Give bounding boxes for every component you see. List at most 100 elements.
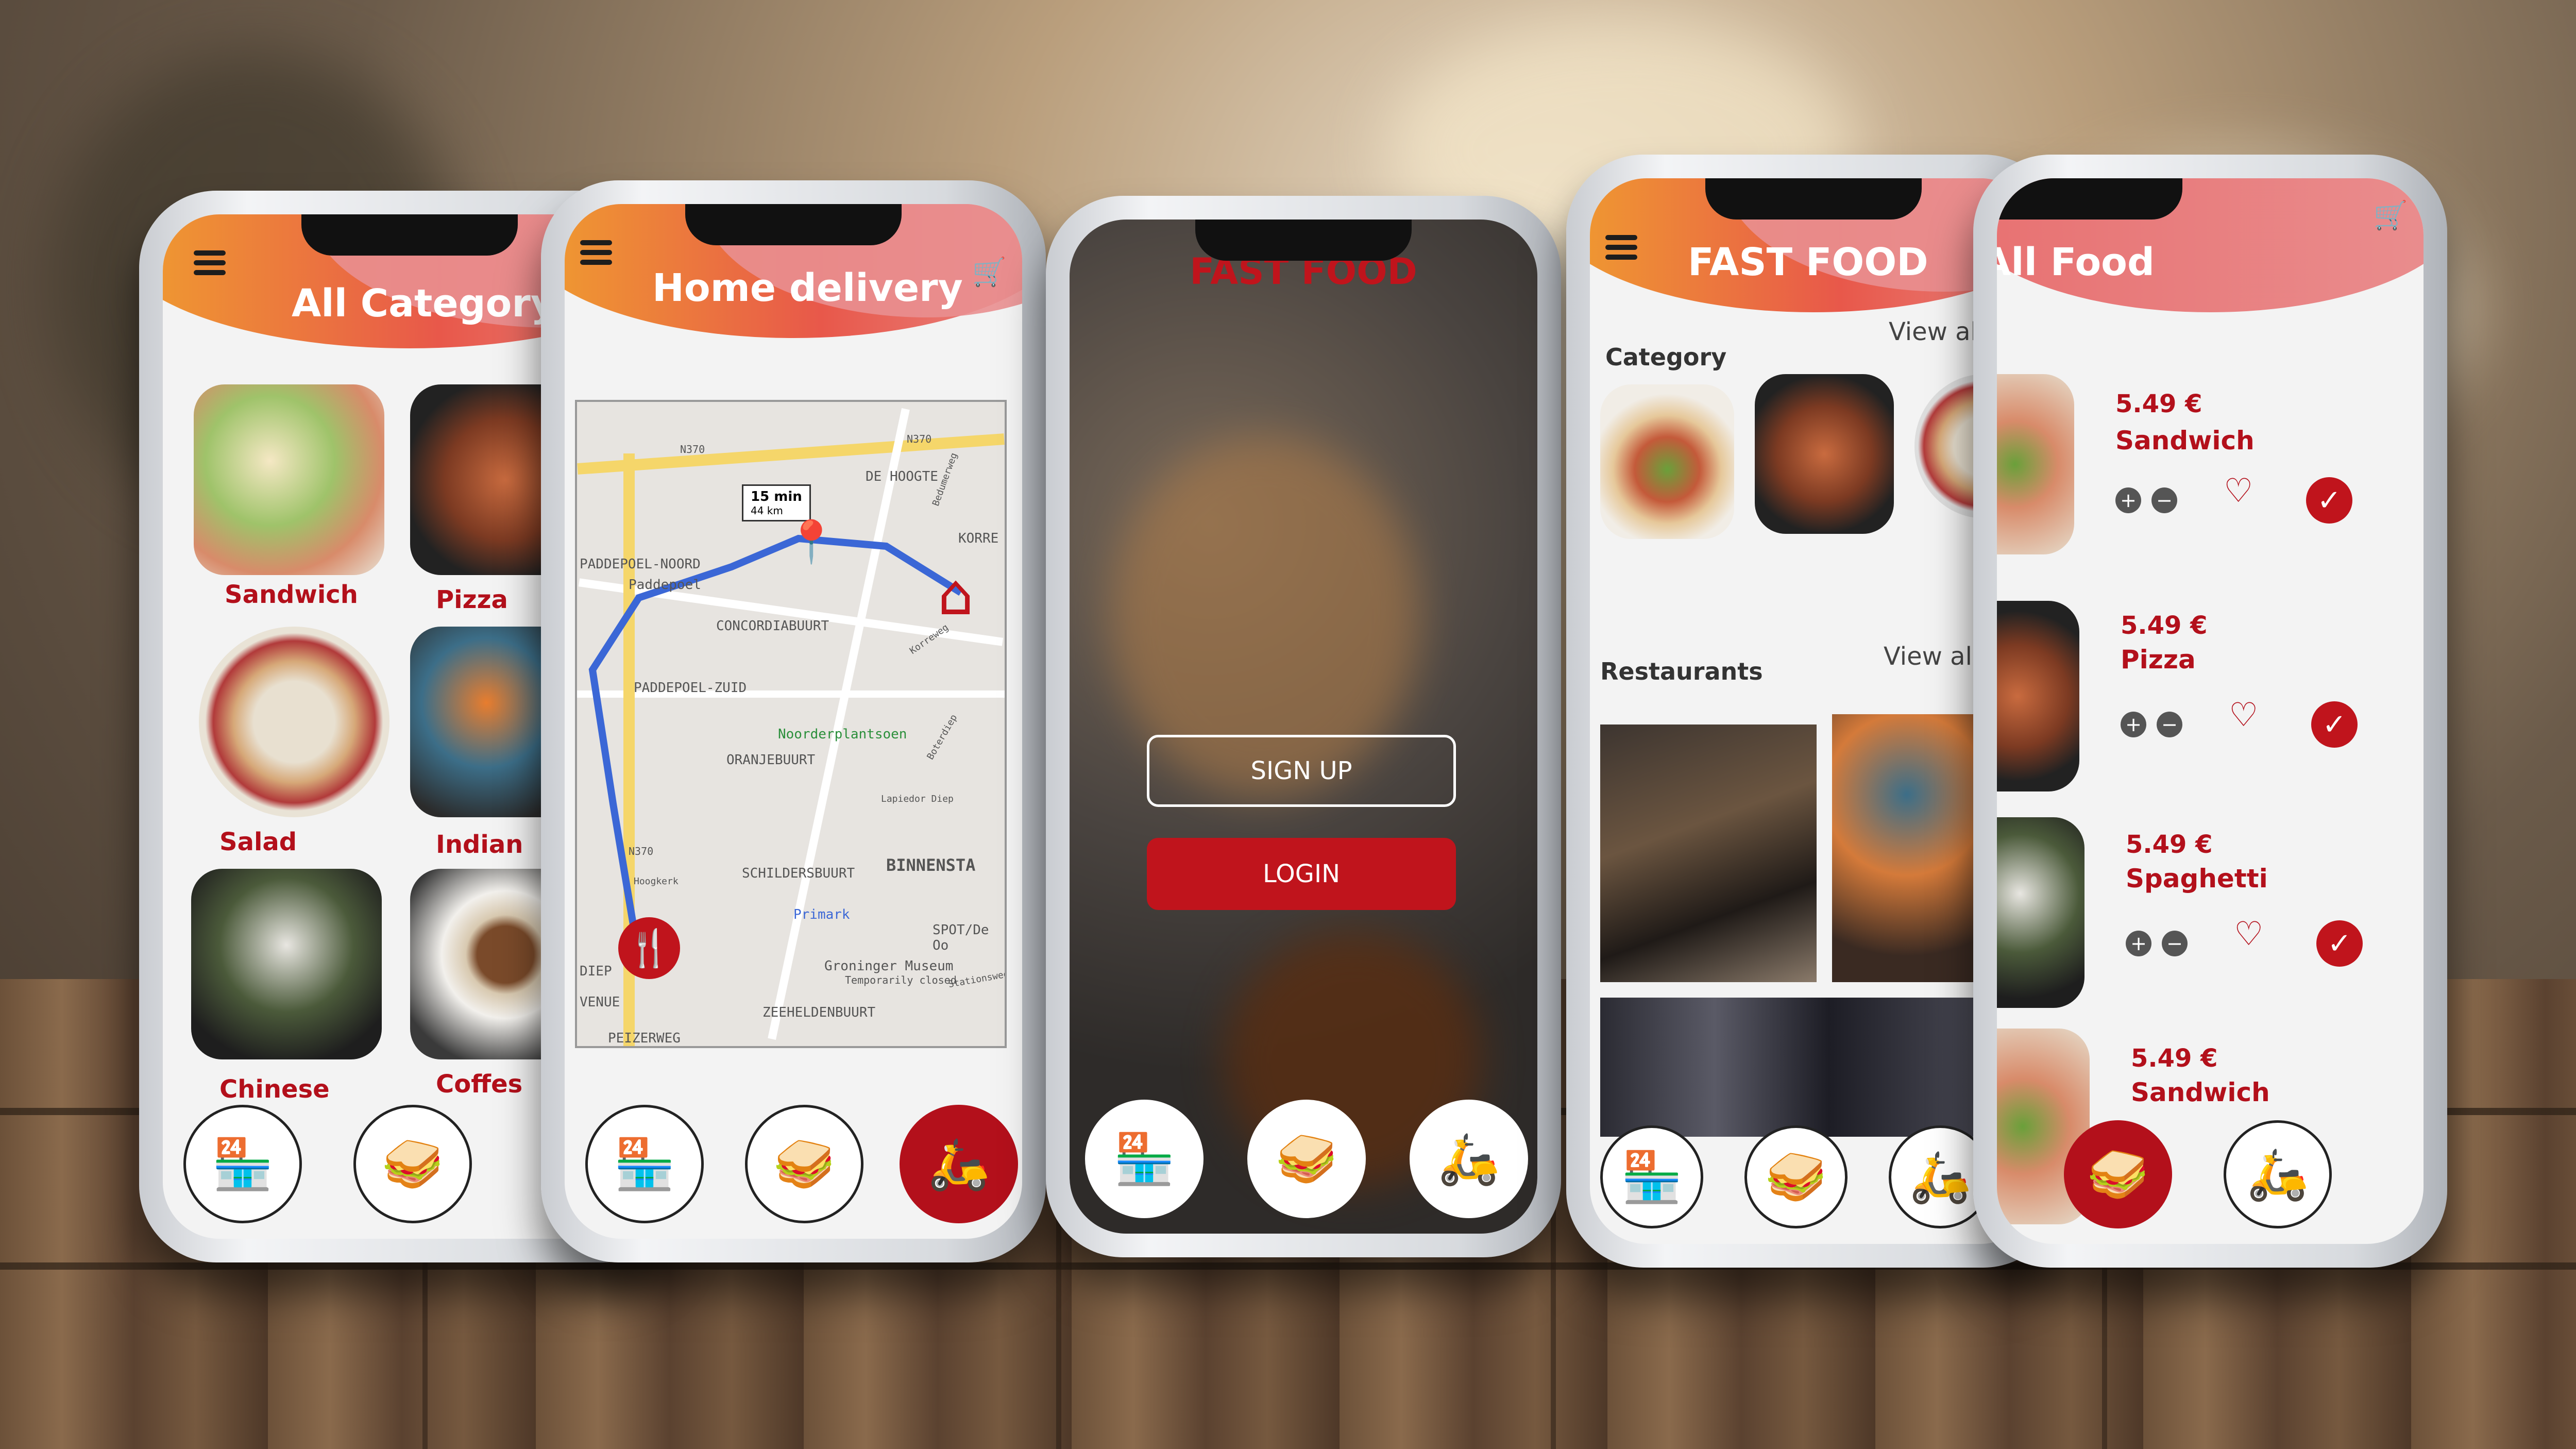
check-icon[interactable]: ✓: [2316, 920, 2363, 967]
category-tile-sandwich[interactable]: [194, 384, 384, 575]
map-label: Lapiedor Diep: [881, 794, 954, 804]
map-label: CONCORDIABUURT: [716, 618, 829, 634]
delivery-scooter-icon[interactable]: 🛵: [900, 1105, 1018, 1223]
map-label: PADDEPOEL-NOORD: [580, 557, 701, 572]
route-distance: 44 km: [751, 504, 783, 517]
bottom-nav: 🏪 🥪 🛵: [565, 1094, 1022, 1239]
map-label: N370: [680, 443, 705, 456]
map-label: ORANJEBUURT: [726, 752, 816, 768]
map-label: Paddepoel: [629, 577, 701, 593]
screen: FAST FOOD SIGN UP LOGIN 🏪 🥪 🛵: [1070, 220, 1537, 1234]
item-name: Spaghetti: [2126, 864, 2268, 894]
map-label: SCHILDERSBUURT: [742, 866, 855, 881]
item-name: Sandwich: [2115, 426, 2255, 456]
cart-icon[interactable]: 🛒: [2374, 199, 2408, 232]
map-label: N370: [907, 433, 932, 445]
hamburger-menu-icon[interactable]: [194, 250, 226, 275]
bottom-nav: 🥪 🛵: [1997, 1100, 2424, 1244]
screen: FAST FOOD 🛒 Category View all Restaurant…: [1590, 178, 2037, 1244]
category-tile-salad[interactable]: [199, 627, 389, 817]
sandwich-icon[interactable]: 🥪: [1744, 1125, 1848, 1228]
category-thumb-sandwich[interactable]: [1600, 384, 1734, 539]
favorite-heart-icon[interactable]: ♡: [2224, 472, 2253, 510]
item-name: Pizza: [2121, 645, 2196, 675]
screen: Home delivery 🛒 DE HOOGTE KORRE PADDEPOE…: [565, 204, 1022, 1239]
category-tile-chinese[interactable]: [191, 869, 382, 1059]
phone-notch: [1195, 220, 1412, 261]
sandwich-icon[interactable]: 🥪: [1247, 1100, 1366, 1218]
map-pin-icon: 📍: [786, 518, 837, 566]
route-time: 15 min: [751, 489, 802, 504]
hamburger-menu-icon[interactable]: [1605, 235, 1637, 260]
food-image: [1997, 817, 2084, 1008]
page-title: All Food: [1997, 240, 2155, 284]
store-icon[interactable]: 🏪: [1600, 1125, 1703, 1228]
food-image: [1997, 374, 2074, 554]
item-price: 5.49 €: [2121, 611, 2208, 640]
category-label: Indian: [436, 830, 523, 859]
map-label: DIEP: [580, 964, 612, 979]
section-label-category: Category: [1605, 343, 1727, 371]
phone-login: FAST FOOD SIGN UP LOGIN 🏪 🥪 🛵: [1046, 196, 1561, 1257]
plus-icon[interactable]: +: [2121, 712, 2146, 737]
map-label: KORRE: [958, 531, 999, 546]
bottom-nav: 🏪 🥪 🛵: [1070, 1089, 1537, 1234]
check-icon[interactable]: ✓: [2306, 477, 2352, 524]
map-label: Noorderplantsoen: [778, 727, 907, 742]
delivery-scooter-icon[interactable]: 🛵: [2224, 1120, 2332, 1228]
phone-notch: [685, 204, 902, 245]
phone-notch: [1705, 178, 1922, 220]
view-all-link[interactable]: View all: [1889, 317, 1984, 346]
item-price: 5.49 €: [2115, 390, 2202, 418]
delivery-scooter-icon[interactable]: 🛵: [1410, 1100, 1528, 1218]
plus-icon[interactable]: +: [2115, 487, 2141, 513]
sandwich-icon[interactable]: 🥪: [2064, 1120, 2172, 1228]
plus-icon[interactable]: +: [2126, 931, 2151, 956]
map-label: ZEEHELDENBUURT: [762, 1005, 876, 1020]
minus-icon[interactable]: −: [2157, 712, 2182, 737]
map-label: Groninger Museum: [824, 958, 954, 974]
category-label: Pizza: [436, 585, 508, 614]
page-title: Home delivery: [652, 266, 963, 310]
item-price: 5.49 €: [2126, 830, 2213, 859]
map-label: Temporarily closed: [845, 974, 957, 986]
minus-icon[interactable]: −: [2162, 931, 2188, 956]
sandwich-icon[interactable]: 🥪: [745, 1105, 863, 1223]
check-icon[interactable]: ✓: [2311, 701, 2358, 748]
screen: All Food 🛒 5.49 € Sandwich + − ♡ ✓ 5.49 …: [1997, 178, 2424, 1244]
signup-button[interactable]: SIGN UP: [1147, 735, 1456, 807]
store-icon[interactable]: 🏪: [1085, 1100, 1204, 1218]
map-label: PADDEPOEL-ZUID: [634, 680, 747, 696]
map-label: N370: [629, 845, 654, 857]
section-label-restaurants: Restaurants: [1600, 658, 1763, 685]
view-all-link[interactable]: View all: [1884, 642, 1979, 671]
route-info-box: 15 min 44 km: [742, 484, 811, 521]
page-title: All Category: [292, 281, 556, 326]
delivery-map[interactable]: DE HOOGTE KORRE PADDEPOEL-NOORD Paddepoe…: [575, 400, 1007, 1048]
cart-icon[interactable]: 🛒: [972, 256, 1007, 289]
phone-notch: [1997, 178, 2182, 220]
restaurant-photo[interactable]: [1600, 724, 1817, 982]
page-title: FAST FOOD: [1688, 240, 1928, 284]
store-icon[interactable]: 🏪: [183, 1105, 302, 1223]
favorite-heart-icon[interactable]: ♡: [2234, 915, 2263, 953]
restaurant-pin-icon: 🍴: [618, 917, 680, 979]
favorite-heart-icon[interactable]: ♡: [2229, 696, 2258, 734]
phone-all-food: All Food 🛒 5.49 € Sandwich + − ♡ ✓ 5.49 …: [1973, 155, 2447, 1268]
hamburger-menu-icon[interactable]: [580, 240, 612, 265]
map-label: PEIZERWEG: [608, 1031, 681, 1046]
mockup-scene: All Category Sandwich Pizza Salad Indian…: [0, 0, 2576, 1449]
food-image: [1997, 601, 2079, 791]
sandwich-icon[interactable]: 🥪: [353, 1105, 472, 1223]
map-label: VENUE: [580, 995, 620, 1010]
map-label: Primark: [793, 907, 850, 922]
category-thumb-pizza[interactable]: [1755, 374, 1894, 534]
category-label: Sandwich: [225, 580, 358, 609]
map-label: DE HOOGTE: [866, 469, 938, 484]
phone-notch: [301, 214, 518, 256]
login-button[interactable]: LOGIN: [1147, 838, 1456, 910]
store-icon[interactable]: 🏪: [585, 1105, 704, 1223]
restaurant-photo[interactable]: [1832, 714, 1981, 982]
minus-icon[interactable]: −: [2151, 487, 2177, 513]
item-price: 5.49 €: [2131, 1044, 2218, 1073]
